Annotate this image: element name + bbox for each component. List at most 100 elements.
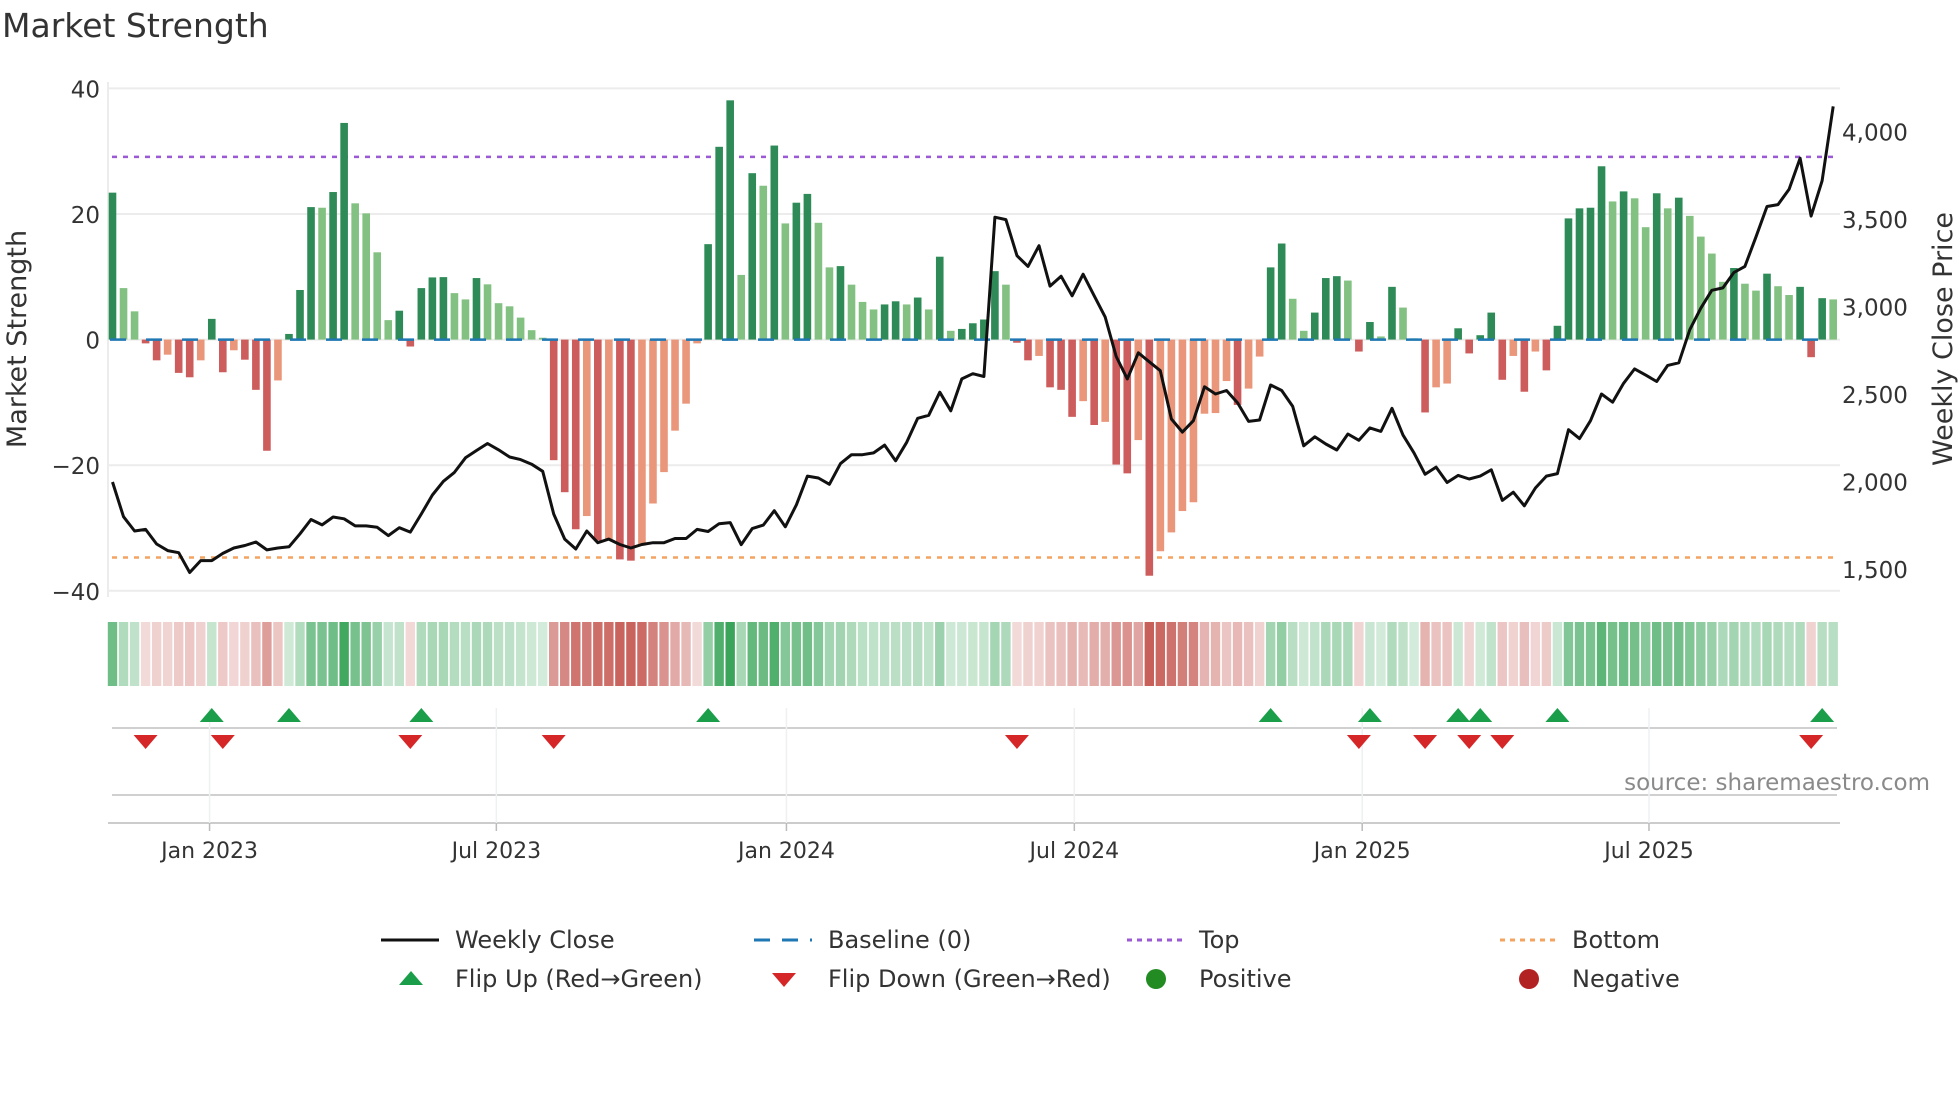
flip-down-marker <box>133 735 158 749</box>
strength-bar <box>395 310 404 340</box>
strength-strip-cell <box>1718 622 1728 686</box>
strength-bar <box>196 339 205 361</box>
strength-bar <box>803 193 812 340</box>
strength-strip-cell <box>1508 622 1519 686</box>
strength-strip-cell <box>1023 622 1033 686</box>
flip-up-marker <box>276 708 301 722</box>
strength-bar <box>1597 166 1606 340</box>
strength-strip-cell <box>835 622 846 686</box>
strength-bar <box>296 289 304 340</box>
strength-bar <box>1487 312 1496 340</box>
strength-bar <box>869 309 878 340</box>
strength-bar <box>1101 339 1109 422</box>
strength-strip-cell <box>151 622 162 686</box>
strength-strip-cell <box>1453 622 1463 686</box>
strength-strip-cell <box>1243 622 1254 686</box>
strength-strip-cell <box>405 622 416 686</box>
strength-strip-cell <box>1012 622 1022 686</box>
strength-strip-cell <box>372 622 382 686</box>
strength-strip-cell <box>383 622 393 686</box>
strength-bar <box>1685 215 1694 340</box>
source-credit: source: sharemaestro.com <box>1624 770 1930 796</box>
flip-down-marker <box>541 735 566 749</box>
strength-bar <box>1421 339 1429 413</box>
strength-strip-cell <box>449 622 460 686</box>
strength-strip-cell <box>1773 622 1783 686</box>
strength-strip-cell <box>1784 622 1794 686</box>
strength-bar <box>825 267 834 340</box>
strength-bar <box>207 318 216 340</box>
strength-strip-cell <box>438 622 449 686</box>
flip-down-marker <box>1799 735 1824 749</box>
strength-strip-cell <box>339 622 349 686</box>
strength-strip-cell <box>1276 622 1287 686</box>
strength-strip-cell <box>1795 622 1805 686</box>
strength-strip-cell <box>1210 622 1221 686</box>
strength-strip-cell <box>604 622 614 686</box>
strength-strip-cell <box>780 622 791 686</box>
strength-strip-cell <box>526 622 537 686</box>
strength-strip-cell <box>1166 622 1177 686</box>
y-right-tick-label: 3,500 <box>1842 208 1908 234</box>
strength-bar <box>1785 295 1793 340</box>
strength-strip-cell <box>537 622 548 686</box>
strength-bar <box>1277 243 1286 340</box>
strength-bar <box>891 301 900 340</box>
strength-bar <box>1454 328 1462 340</box>
y-right-axis-title: Weekly Close Price <box>1928 212 1959 466</box>
strength-strip-cell <box>427 622 438 686</box>
strength-strip-cell <box>1618 622 1629 686</box>
strength-strip-cell <box>173 622 184 686</box>
x-tick-label: Jul 2023 <box>450 839 542 864</box>
strength-bar <box>1145 339 1154 576</box>
strength-bar <box>108 192 117 340</box>
strength-bar <box>1663 208 1672 340</box>
strength-bar <box>1322 278 1330 340</box>
strength-strip-cell <box>1001 622 1011 686</box>
strength-strip-cell <box>1740 622 1750 686</box>
y-right-tick-label: 2,000 <box>1842 470 1908 496</box>
strength-strip-cell <box>626 622 636 686</box>
strength-bar <box>1619 191 1628 340</box>
strength-strip-cell <box>1585 622 1596 686</box>
strength-strip-cell <box>361 622 371 686</box>
strength-strip-cell <box>979 622 989 686</box>
strength-bar <box>1432 339 1440 388</box>
strength-bar <box>814 222 823 340</box>
strength-strip-cell <box>207 622 217 686</box>
strength-strip-cell <box>802 622 813 686</box>
strength-strip-cell <box>1497 622 1507 686</box>
strength-strip-cell <box>1177 622 1188 686</box>
strength-strip-cell <box>140 622 151 686</box>
strength-strip-cell <box>1475 622 1485 686</box>
strength-strip-cell <box>1817 622 1827 686</box>
strength-strip-cell <box>990 622 1000 686</box>
strength-bar <box>1752 290 1760 340</box>
strength-strip-cell <box>1045 622 1055 686</box>
strength-bar <box>1057 339 1065 390</box>
strength-strip-cell <box>1696 622 1706 686</box>
flip-down-marker <box>1490 735 1515 749</box>
strength-bar <box>119 288 128 340</box>
strength-strip-cell <box>162 622 173 686</box>
strength-bar <box>649 339 657 504</box>
strength-bar <box>241 339 249 360</box>
strength-bar <box>1774 286 1782 340</box>
strength-strip-cell <box>879 622 890 686</box>
strength-strip-cell <box>924 622 934 686</box>
strength-bar <box>1178 339 1187 512</box>
strength-strip-cell <box>846 622 857 686</box>
strength-strip-cell <box>1530 622 1541 686</box>
strength-strip-cell <box>813 622 824 686</box>
strength-strip-cell <box>935 622 945 686</box>
strength-strip-cell <box>703 622 713 686</box>
strength-bar <box>472 278 481 340</box>
strength-strip-cell <box>946 622 956 686</box>
strength-bar <box>616 339 624 560</box>
strength-strip-cell <box>1354 622 1364 686</box>
market-strength-chart: 40 20 0 −20 −40 4,000 3,500 3,000 2,500 2,000 1,50… <box>2 77 1959 864</box>
strength-strip-cell <box>1254 622 1265 686</box>
y-right-tick-label: 4,000 <box>1842 120 1908 146</box>
strength-strip-cell <box>1828 622 1838 686</box>
strength-bar <box>935 256 944 340</box>
